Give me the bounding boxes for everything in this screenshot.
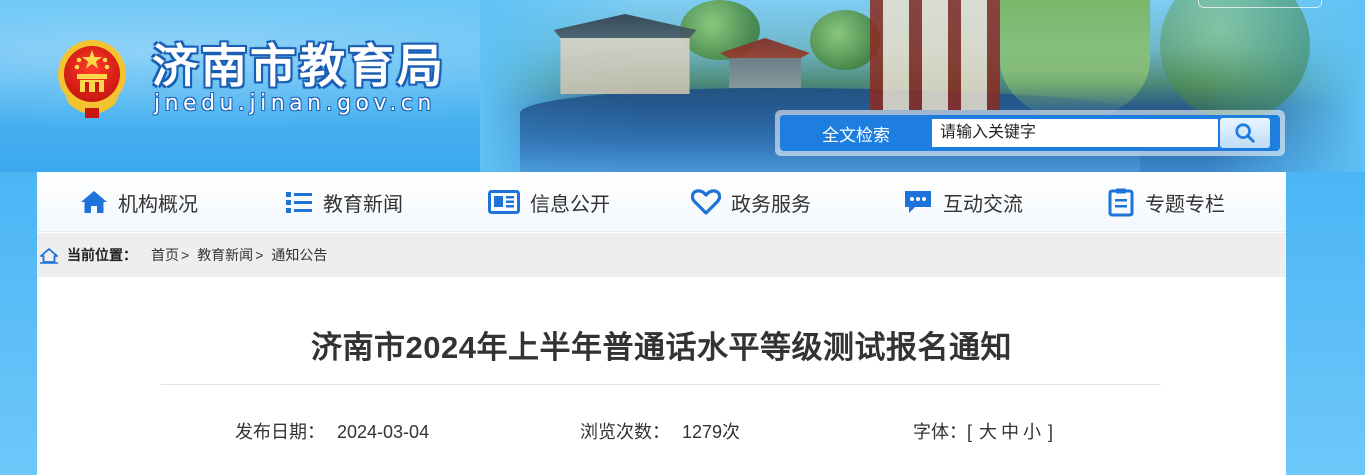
nav-item-label: 机构概况: [118, 193, 198, 216]
search-input[interactable]: [932, 119, 1218, 147]
nav-item-label: 专题专栏: [1145, 193, 1225, 216]
nav-item-interaction[interactable]: 互动交流: [903, 172, 1023, 232]
nav-item-label: 教育新闻: [323, 193, 403, 216]
search-bar: 全文检索: [780, 115, 1280, 151]
site-title[interactable]: 济南市教育局: [152, 30, 446, 96]
nav-item-label: 政务服务: [731, 193, 811, 216]
breadcrumb-separator: >: [181, 247, 190, 263]
newspaper-icon: [488, 189, 520, 215]
article-title: 济南市2024年上半年普通话水平等级测试报名通知: [311, 330, 1012, 365]
nav-item-label: 互动交流: [943, 193, 1023, 216]
nav-item-news[interactable]: 教育新闻: [285, 172, 403, 232]
banner-hall: [870, 0, 1000, 110]
title-divider: [161, 384, 1161, 385]
font-size-small[interactable]: 小: [1023, 422, 1041, 442]
breadcrumb: 当前位置： 首页 > 教育新闻 > 通知公告: [37, 233, 1286, 277]
breadcrumb-prefix: 当前位置：: [67, 247, 137, 263]
publish-date-meta: 发布日期： 2024-03-04: [235, 418, 429, 444]
top-utility-box: [1198, 0, 1322, 8]
nav-item-services[interactable]: 政务服务: [691, 172, 811, 232]
header-banner: 济南市教育局 jnedu.jinan.gov.cn 全文检索: [0, 0, 1365, 172]
publish-date-label: 发布日期：: [235, 422, 325, 442]
content-panel: 机构概况 教育新闻 信息公开 政务服务 互动交流 专题专栏 当前位置： 首页 >…: [37, 172, 1286, 475]
chat-icon: [903, 188, 933, 216]
clipboard-icon: [1107, 187, 1135, 217]
national-emblem-logo[interactable]: [55, 34, 129, 120]
home-icon: [80, 189, 108, 215]
list-icon: [285, 190, 313, 214]
font-size-label: 字体：: [913, 422, 967, 442]
breadcrumb-link-home[interactable]: 首页: [151, 245, 179, 265]
breadcrumb-link-notices[interactable]: 通知公告: [271, 245, 327, 265]
search-box: 全文检索: [775, 110, 1285, 156]
font-size-switch: 字体：[ 大中小 ]: [913, 418, 1053, 444]
font-size-large[interactable]: 大: [979, 422, 997, 442]
nav-item-disclosure[interactable]: 信息公开: [488, 172, 610, 232]
views-count: 1279次: [682, 422, 741, 442]
publish-date-value: 2024-03-04: [337, 422, 430, 442]
heart-icon: [691, 189, 721, 215]
location-home-icon: [40, 248, 58, 264]
banner-tree: [1160, 0, 1310, 120]
font-size-bracket-open: [: [967, 422, 973, 442]
nav-item-topics[interactable]: 专题专栏: [1107, 172, 1225, 232]
search-button[interactable]: [1220, 118, 1270, 148]
breadcrumb-separator: >: [255, 247, 264, 263]
font-size-medium[interactable]: 中: [1001, 422, 1019, 442]
views-label: 浏览次数：: [580, 422, 670, 442]
search-icon: [1235, 123, 1255, 143]
breadcrumb-link-news[interactable]: 教育新闻: [197, 245, 253, 265]
search-label: 全文检索: [822, 125, 890, 145]
views-meta: 浏览次数： 1279次: [580, 418, 740, 444]
main-nav: 机构概况 教育新闻 信息公开 政务服务 互动交流 专题专栏: [37, 172, 1286, 232]
nav-item-label: 信息公开: [530, 193, 610, 216]
banner-willow: [1000, 0, 1150, 120]
site-domain: jnedu.jinan.gov.cn: [154, 91, 436, 116]
nav-item-about[interactable]: 机构概况: [80, 172, 198, 232]
font-size-bracket-close: ]: [1048, 422, 1054, 442]
